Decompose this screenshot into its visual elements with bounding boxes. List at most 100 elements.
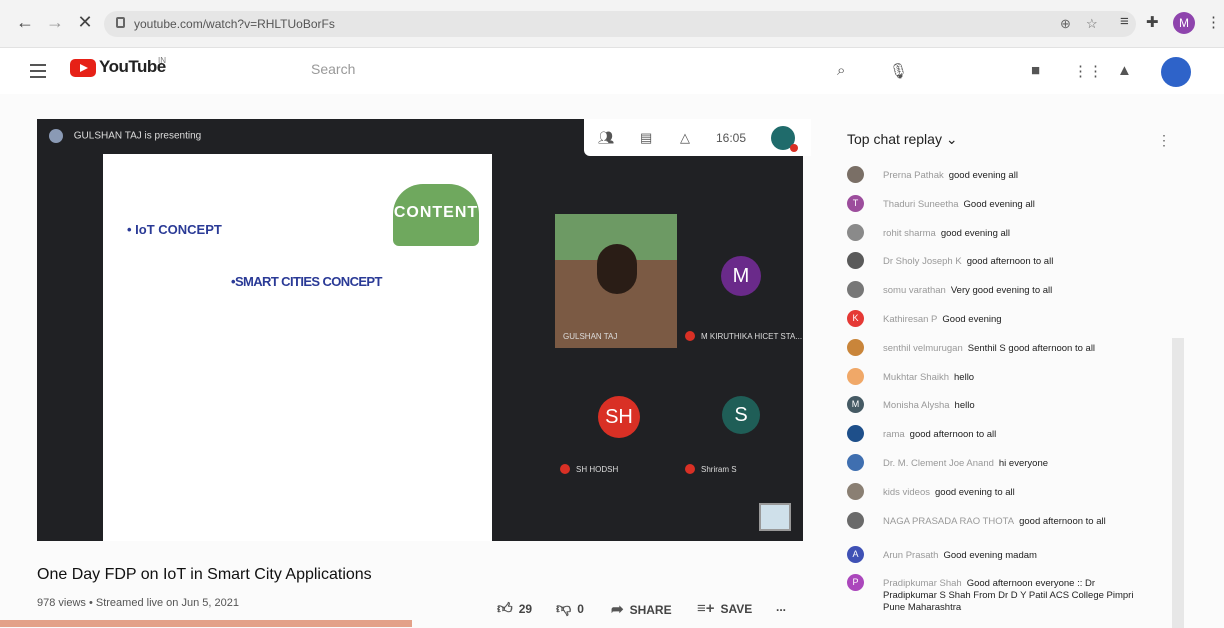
chat-message: somu varathan Very good evening to all [847, 279, 1167, 308]
participant-name: Shriram S [701, 465, 737, 474]
chat-author[interactable]: NAGA PRASADA RAO THOTA [883, 516, 1014, 527]
microphone-icon[interactable]: 🎙︎ [889, 62, 908, 80]
chat-author-avatar [847, 338, 864, 356]
chat-author-avatar [847, 453, 864, 471]
chat-author-avatar [847, 511, 864, 529]
chat-text: good afternoon to all [1019, 515, 1106, 527]
chat-message: A Arun Prasath Good evening madam [847, 544, 1167, 573]
chat-header[interactable]: Top chat replay ⌄ [847, 131, 958, 148]
chat-author-avatar [847, 223, 864, 241]
chat-text: good afternoon to all [966, 256, 1054, 268]
more-actions-button[interactable]: ... [776, 600, 786, 614]
chat-author[interactable]: rama [883, 429, 905, 440]
chat-text: hi everyone [998, 457, 1049, 469]
chat-message: T Thaduri Suneetha Good evening all [847, 193, 1167, 222]
chat-author-avatar: K [847, 309, 864, 327]
thumbs-up-icon: 👍︎ [497, 600, 513, 617]
video-player[interactable]: GULSHAN TAJ is presenting 👥︎ ▤ △ 16:05 C… [37, 119, 811, 541]
chat-author[interactable]: Thaduri Suneetha [883, 199, 959, 210]
slide-bullet-iot: • IoT CONCEPT [127, 222, 222, 237]
content-logo: CONTENT [393, 184, 479, 246]
chat-author[interactable]: senthil velmurugan [883, 343, 963, 354]
chat-author[interactable]: Arun Prasath [883, 550, 938, 561]
presenter-banner: GULSHAN TAJ is presenting [49, 129, 201, 143]
chat-author[interactable]: Prerna Pathak [883, 170, 944, 181]
youtube-logo-icon[interactable] [70, 59, 96, 77]
save-button[interactable]: ≡+ SAVE [697, 600, 752, 617]
reading-list-icon[interactable]: ≡ [1120, 13, 1129, 30]
playlist-add-icon: ≡+ [697, 600, 715, 617]
chat-text: hello [954, 371, 975, 383]
chat-text: good evening to all [935, 486, 1015, 498]
chat-author[interactable]: Mukhtar Shaikh [883, 372, 949, 383]
meeting-toolbar: 👥︎ ▤ △ 16:05 [584, 119, 811, 156]
chat-list: Prerna Pathak good evening all T Thaduri Su… [847, 164, 1167, 613]
create-video-icon[interactable]: ■ [1031, 62, 1040, 79]
presentation-slide: CONTENT • IoT CONCEPT •SMART CITIES CONC… [103, 154, 492, 541]
forward-icon[interactable]: → [44, 12, 66, 33]
search-input[interactable]: Search [311, 61, 355, 77]
chat-message: kids videos good evening to all [847, 481, 1167, 510]
chat-text: Good evening all [963, 198, 1035, 210]
presenter-text: GULSHAN TAJ is presenting [73, 130, 202, 142]
chat-author-avatar: T [847, 194, 864, 212]
video-meta: 978 views • Streamed live on Jun 5, 2021 [37, 597, 239, 609]
chat-text: good afternoon to all [909, 429, 997, 441]
like-button[interactable]: 👍︎ 29 [497, 600, 532, 618]
chat-text: good evening all [940, 227, 1011, 239]
close-icon[interactable]: ✕ [74, 12, 96, 33]
chat-author[interactable]: Kathiresan P [883, 314, 937, 325]
bookmark-star-icon[interactable]: ☆ [1086, 16, 1098, 32]
chat-author[interactable]: Pradipkumar Shah [883, 578, 962, 589]
dislike-button[interactable]: 👎︎ 0 [556, 600, 584, 618]
chat-author[interactable]: rohit sharma [883, 228, 936, 239]
chat-author[interactable]: Dr. M. Clement Joe Anand [883, 458, 994, 469]
chat-text: hello [954, 400, 975, 412]
notifications-bell-icon[interactable]: ▲ [1117, 62, 1132, 79]
chat-author[interactable]: somu varathan [883, 285, 946, 296]
chat-author-avatar [847, 425, 864, 443]
share-button[interactable]: ➦ SHARE [611, 600, 672, 618]
country-code: IN [158, 56, 166, 65]
chat-message: NAGA PRASADA RAO THOTA good afternoon to … [847, 510, 1167, 544]
profile-avatar[interactable]: M [1173, 12, 1195, 34]
youtube-logo-text[interactable]: YouTube [99, 57, 166, 77]
browser-menu-icon[interactable]: ⋮ [1206, 13, 1221, 31]
chat-author-avatar [847, 252, 864, 270]
back-icon[interactable]: ← [14, 12, 36, 33]
participant-name: SH HODSH [576, 465, 619, 474]
chat-more-icon[interactable]: ⋮ [1157, 132, 1171, 149]
apps-grid-icon[interactable]: ⋮⋮ [1073, 62, 1103, 80]
chat-author[interactable]: kids videos [883, 487, 930, 498]
participant-tile-gulshan: GULSHAN TAJ [555, 214, 677, 348]
chat-author[interactable]: Monisha Alysha [883, 400, 950, 411]
install-icon[interactable]: ⊕ [1060, 16, 1071, 32]
muted-dot [790, 144, 798, 152]
meeting-time: 16:05 [716, 131, 747, 145]
chat-author[interactable]: Dr Sholy Joseph K [883, 256, 962, 267]
chat-author-avatar [847, 367, 864, 385]
chat-text: Good evening madam [943, 549, 1037, 561]
address-bar[interactable]: youtube.com/watch?v=RHLTUoBorFs ⊕ ☆ [104, 11, 1136, 37]
muted-mic-icon [560, 464, 570, 474]
chat-message: rama good afternoon to all [847, 423, 1167, 452]
slide-bullet-smart-cities: •SMART CITIES CONCEPT [231, 274, 382, 289]
account-avatar[interactable] [1161, 57, 1191, 87]
watermark-logo [759, 503, 791, 531]
muted-mic-icon [685, 464, 695, 474]
chevron-down-icon: ⌄ [945, 131, 958, 147]
thumbs-down-icon: 👎︎ [556, 600, 572, 617]
activities-icon: △ [680, 130, 690, 145]
chat-scrollbar[interactable] [1172, 338, 1184, 628]
chat-message: Dr Sholy Joseph K good afternoon to all [847, 250, 1167, 279]
participant-avatar-s: S [722, 396, 760, 434]
extensions-puzzle-icon[interactable]: ✚ [1146, 13, 1159, 31]
chat-author-avatar: P [847, 574, 864, 592]
chat-author-avatar: M [847, 396, 864, 414]
url-text[interactable]: youtube.com/watch?v=RHLTUoBorFs [134, 17, 335, 31]
search-icon[interactable]: ⌕ [837, 62, 845, 79]
chat-text: Good evening [942, 313, 1002, 325]
chat-author-avatar: A [847, 545, 864, 563]
chat-text: good evening all [948, 170, 1018, 181]
menu-hamburger-icon[interactable] [30, 64, 46, 82]
